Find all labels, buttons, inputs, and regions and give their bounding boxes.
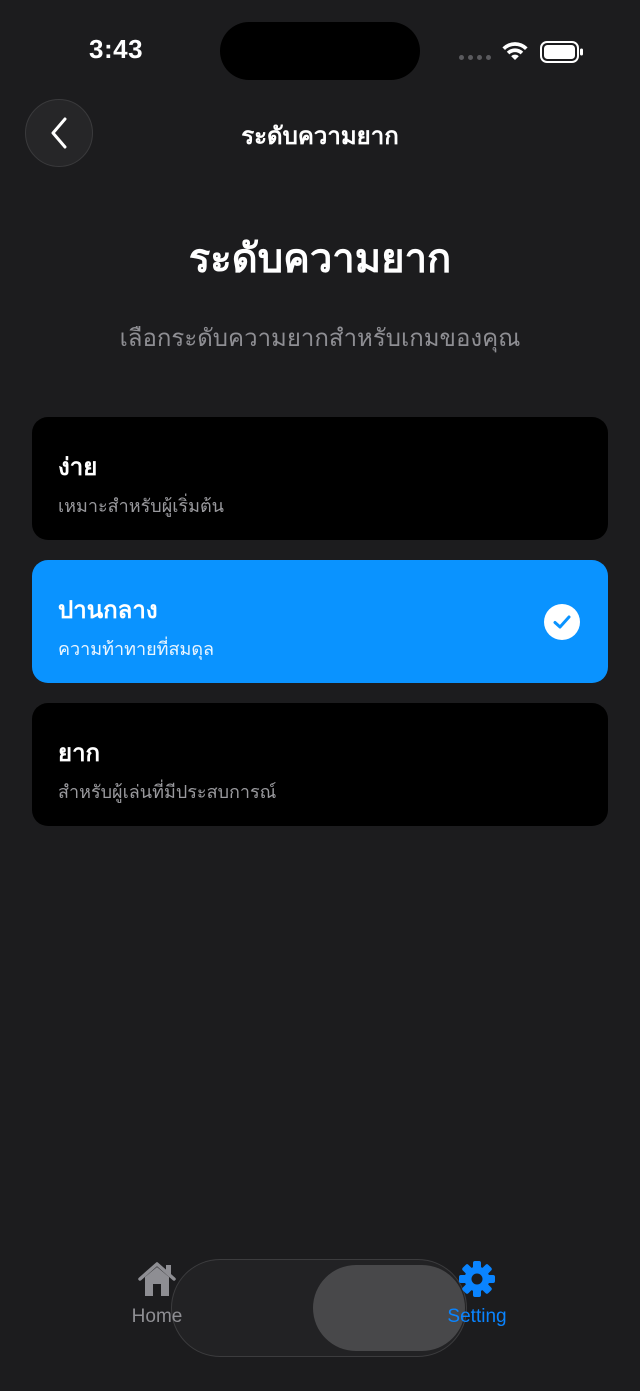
tab-bar: Home Setting: [0, 1240, 640, 1391]
option-description: เหมาะสำหรับผู้เริ่มต้น: [58, 496, 224, 517]
tab-setting[interactable]: Setting: [438, 1260, 516, 1328]
difficulty-option-medium[interactable]: ปานกลาง ความท้าทายที่สมดุล: [32, 560, 608, 683]
gear-icon: [459, 1261, 495, 1297]
option-description: สำหรับผู้เล่นที่มีประสบการณ์: [58, 782, 277, 803]
difficulty-option-hard[interactable]: ยาก สำหรับผู้เล่นที่มีประสบการณ์: [32, 703, 608, 826]
difficulty-option-easy[interactable]: ง่าย เหมาะสำหรับผู้เริ่มต้น: [32, 417, 608, 540]
option-label: ง่าย: [58, 453, 98, 481]
wifi-icon: [502, 42, 528, 60]
house-icon: [138, 1262, 176, 1296]
page-title: ระดับความยาก: [188, 236, 452, 282]
nav-title: ระดับความยาก: [241, 122, 399, 150]
dynamic-island: [220, 22, 420, 80]
cellular-signal-icon: [459, 55, 491, 60]
tab-home[interactable]: Home: [124, 1260, 190, 1328]
option-label: ปานกลาง: [58, 596, 158, 624]
tab-setting-label: Setting: [447, 1306, 507, 1327]
page-subtitle: เลือกระดับความยากสำหรับเกมของคุณ: [119, 324, 521, 352]
option-description: ความท้าทายที่สมดุล: [58, 639, 215, 660]
status-time: 3:43: [89, 34, 144, 64]
status-bar: 3:43: [0, 0, 640, 100]
option-label: ยาก: [58, 739, 101, 767]
checkmark-circle-icon: [544, 604, 580, 640]
battery-icon: [540, 41, 583, 63]
tab-home-label: Home: [131, 1306, 183, 1327]
